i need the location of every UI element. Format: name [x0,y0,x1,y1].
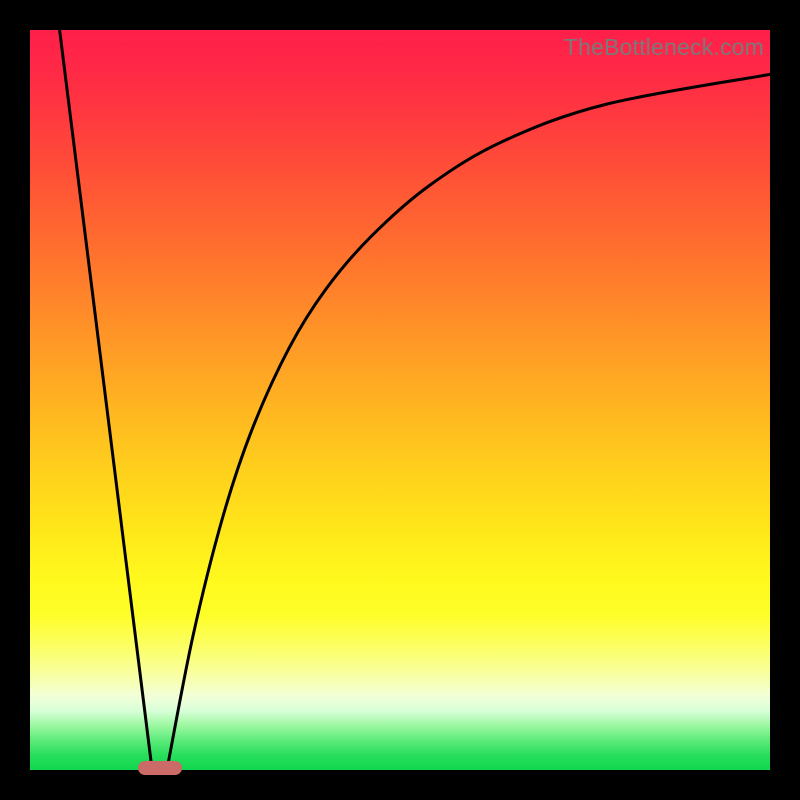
plot-area: TheBottleneck.com [30,30,770,770]
curve-layer [30,30,770,770]
bottleneck-marker [138,761,182,775]
curve-right-branch [167,74,770,770]
chart-frame: TheBottleneck.com [0,0,800,800]
curve-left-branch [60,30,153,770]
